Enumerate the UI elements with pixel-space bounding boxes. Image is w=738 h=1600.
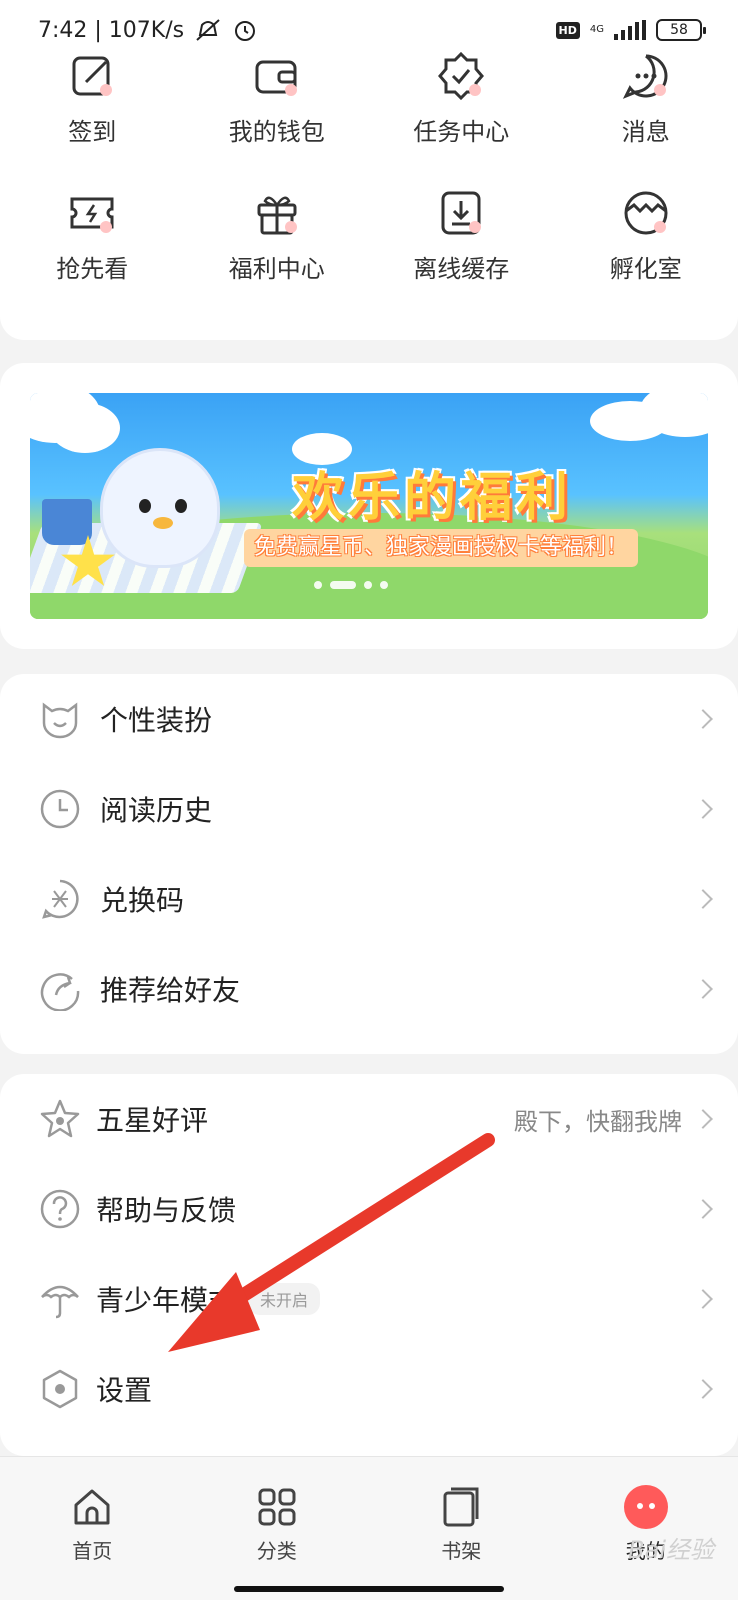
- mascot-bird: [100, 448, 220, 568]
- list-item-five-star[interactable]: 五星好评 殿下，快翻我牌: [0, 1074, 738, 1164]
- chevron-right-icon: [693, 799, 713, 819]
- quick-item-label: 签到: [68, 118, 117, 146]
- list-item-label: 青少年模式: [96, 1284, 237, 1317]
- clock-icon: [38, 787, 82, 831]
- redeem-icon: [38, 877, 82, 921]
- quick-item-messages[interactable]: 消息: [554, 50, 738, 147]
- quick-item-task-center[interactable]: 任务中心: [369, 50, 554, 147]
- status-time: 7:42 | 107K/s: [38, 17, 185, 43]
- egg-icon: [620, 187, 672, 239]
- settings-list-card: 五星好评 殿下，快翻我牌 帮助与反馈 青少年模式 未开启 设置: [0, 1074, 738, 1456]
- mute-icon: [196, 19, 220, 41]
- settings-icon: [38, 1367, 82, 1411]
- chevron-right-icon: [693, 1289, 713, 1309]
- status-bar: 7:42 | 107K/s HD 4G 58: [0, 0, 738, 60]
- quick-item-sign-in[interactable]: 签到: [0, 50, 185, 147]
- carousel-dot: [380, 581, 388, 589]
- chevron-right-icon: [693, 889, 713, 909]
- list-item-redeem-code[interactable]: 兑换码: [0, 854, 738, 944]
- chevron-right-icon: [693, 709, 713, 729]
- status-badge: 未开启: [248, 1283, 321, 1315]
- tab-label: 书架: [441, 1539, 482, 1563]
- promo-banner[interactable]: 欢乐的福利 免费赢星币、独家漫画授权卡等福利！: [30, 393, 708, 619]
- grid-icon: [255, 1485, 299, 1529]
- cat-face-icon: [38, 697, 82, 741]
- bucket-icon: [42, 499, 92, 545]
- list-item-label: 五星好评: [96, 1104, 209, 1137]
- carousel-indicator: [314, 581, 388, 589]
- hd-badge: HD: [555, 21, 580, 39]
- list-item-reading-history[interactable]: 阅读历史: [0, 764, 738, 854]
- list-item-label: 兑换码: [100, 884, 185, 917]
- bird-eye: [175, 499, 187, 513]
- battery-level: 58: [670, 22, 688, 38]
- feature-list-card: 个性装扮 阅读历史 兑换码 推荐给好友: [0, 674, 738, 1054]
- home-icon: [70, 1485, 114, 1529]
- cloud-decoration: [50, 403, 120, 453]
- list-item-label: 推荐给好友: [100, 974, 241, 1007]
- quick-item-label: 福利中心: [228, 255, 325, 283]
- list-item-label: 设置: [96, 1374, 153, 1407]
- help-icon: [38, 1187, 82, 1231]
- quick-item-offline-cache[interactable]: 离线缓存: [369, 187, 554, 284]
- list-item-label: 个性装扮: [100, 704, 213, 737]
- list-item-label: 帮助与反馈: [96, 1194, 237, 1227]
- tab-mine[interactable]: 我的: [554, 1457, 738, 1600]
- quick-item-early-access[interactable]: 抢先看: [0, 187, 185, 284]
- quick-item-label: 任务中心: [413, 118, 510, 146]
- banner-title: 欢乐的福利: [292, 468, 573, 528]
- watermark: Bai经验: [628, 1536, 714, 1564]
- banner-card: 欢乐的福利 免费赢星币、独家漫画授权卡等福利！: [0, 363, 738, 649]
- bookshelf-icon: [439, 1485, 483, 1529]
- alarm-icon: [235, 21, 256, 41]
- umbrella-icon: [38, 1277, 82, 1321]
- network-type: 4G: [589, 24, 604, 35]
- chevron-right-icon: [693, 1379, 713, 1399]
- quick-item-incubator[interactable]: 孵化室: [554, 187, 738, 284]
- chevron-right-icon: [693, 979, 713, 999]
- tab-bookshelf[interactable]: 书架: [369, 1457, 554, 1600]
- bird-beak: [153, 517, 173, 529]
- list-item-recommend-friend[interactable]: 推荐给好友: [0, 944, 738, 1034]
- list-item-settings[interactable]: 设置: [0, 1344, 738, 1434]
- chevron-right-icon: [693, 1109, 713, 1129]
- quick-item-label: 离线缓存: [413, 255, 510, 283]
- quick-actions-grid: 签到 我的钱包 任务中心 消息 抢先看 福利中心 离线缓存 孵化室: [0, 50, 738, 284]
- list-item-personalize[interactable]: 个性装扮: [0, 674, 738, 764]
- bird-eye: [139, 499, 151, 513]
- carousel-dot-active: [330, 581, 356, 589]
- banner-subtitle: 免费赢星币、独家漫画授权卡等福利！: [244, 529, 639, 567]
- home-indicator[interactable]: [234, 1586, 504, 1592]
- star-icon: [38, 1097, 82, 1141]
- quick-item-label: 抢先看: [56, 255, 129, 283]
- tab-label: 首页: [72, 1539, 113, 1563]
- carousel-dot: [364, 581, 372, 589]
- chevron-right-icon: [693, 1199, 713, 1219]
- gift-icon: [251, 187, 303, 239]
- list-item-hint: 殿下，快翻我牌: [514, 1107, 682, 1136]
- battery-icon: 58: [656, 19, 706, 41]
- carousel-dot: [314, 581, 322, 589]
- list-item-help-feedback[interactable]: 帮助与反馈: [0, 1164, 738, 1254]
- download-icon: [435, 187, 487, 239]
- signal-icon: [614, 20, 646, 40]
- quick-item-label: 我的钱包: [228, 118, 325, 146]
- tab-category[interactable]: 分类: [185, 1457, 370, 1600]
- quick-item-wallet[interactable]: 我的钱包: [185, 50, 370, 147]
- tab-label: 分类: [256, 1539, 297, 1563]
- quick-item-label: 孵化室: [609, 255, 682, 283]
- quick-item-label: 消息: [621, 118, 670, 146]
- profile-face-icon: [623, 1485, 668, 1529]
- bottom-nav: 首页 分类 书架 我的: [0, 1456, 738, 1600]
- list-item-youth-mode[interactable]: 青少年模式 未开启: [0, 1254, 738, 1344]
- list-item-label: 阅读历史: [100, 794, 213, 827]
- quick-item-welfare-center[interactable]: 福利中心: [185, 187, 370, 284]
- tab-home[interactable]: 首页: [0, 1457, 185, 1600]
- ticket-icon: [66, 187, 118, 239]
- share-icon: [38, 967, 82, 1012]
